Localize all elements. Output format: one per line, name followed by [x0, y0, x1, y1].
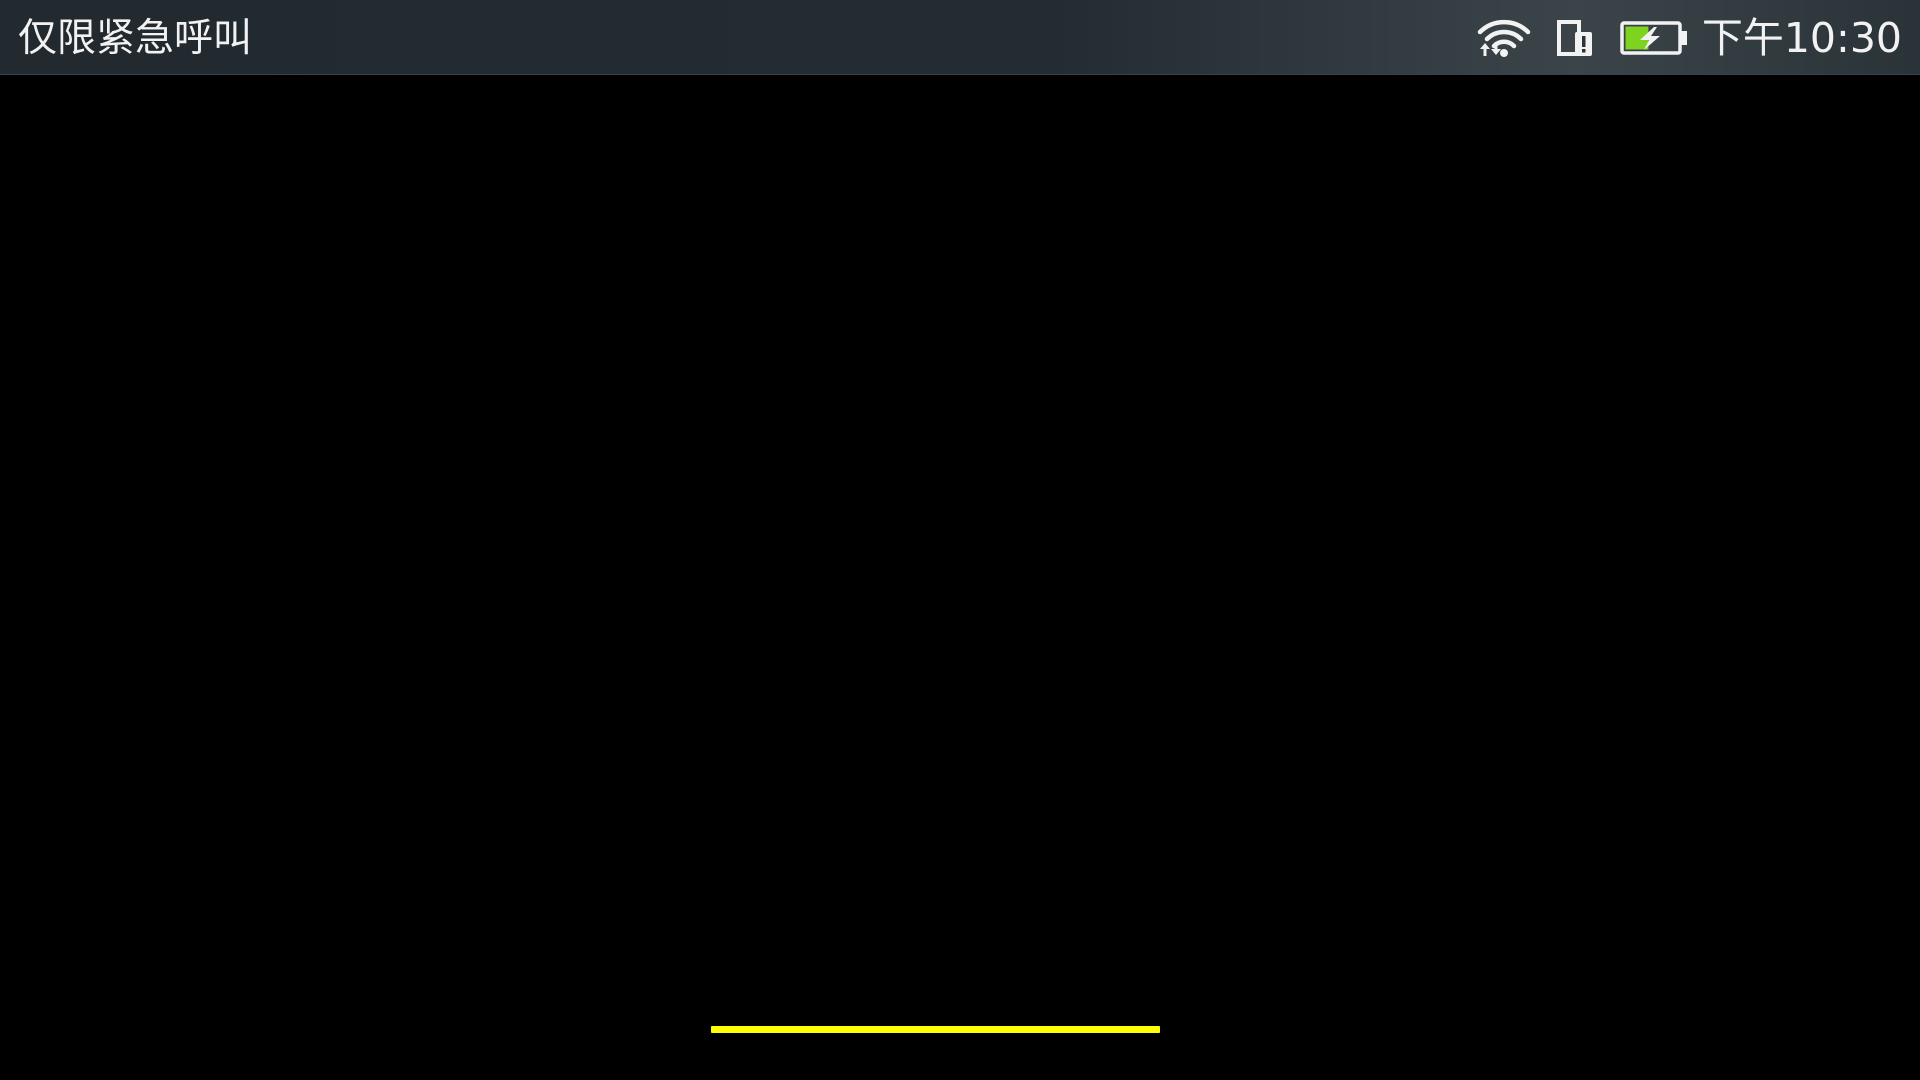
status-clock: 下午10:30 — [1701, 14, 1902, 62]
status-icons: 下午10:30 — [1476, 0, 1902, 75]
loading-progress-fill — [711, 1026, 1160, 1033]
device-alert-icon — [1556, 19, 1592, 56]
content-area — [0, 75, 1920, 1080]
loading-progress-bar — [711, 1026, 1160, 1033]
screen: 仅限紧急呼叫 下午10:30 — [0, 0, 1920, 1080]
battery-charging-icon — [1620, 20, 1687, 55]
status-bar[interactable]: 仅限紧急呼叫 下午10:30 — [0, 0, 1920, 75]
wifi-icon — [1477, 19, 1531, 57]
carrier-label: 仅限紧急呼叫 — [18, 16, 253, 61]
